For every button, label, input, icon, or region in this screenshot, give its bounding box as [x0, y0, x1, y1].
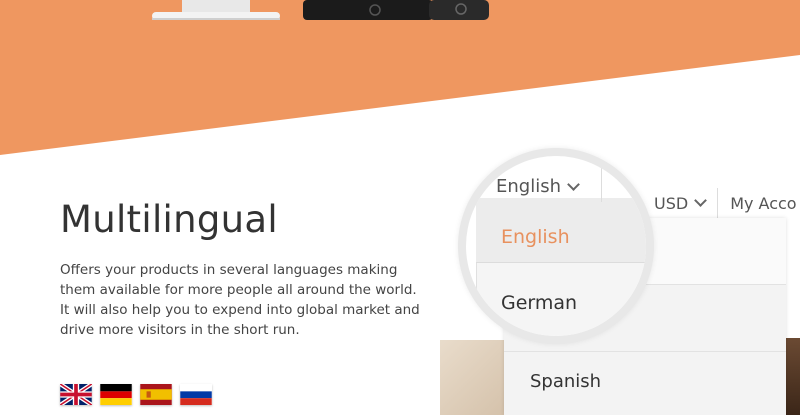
my-account-link[interactable]: My Acco [718, 194, 796, 213]
language-selector[interactable]: English [496, 176, 580, 197]
store-header: USD My Acco [630, 186, 797, 220]
uk-flag-icon [60, 384, 92, 405]
language-flags [60, 384, 212, 405]
language-option-english[interactable]: English [501, 226, 570, 248]
chevron-down-icon [567, 177, 580, 191]
phone-image [303, 0, 489, 20]
product-photo-right [786, 338, 800, 415]
header-divider [601, 166, 602, 202]
language-selector-label: English [496, 176, 561, 197]
section-description: Offers your products in several language… [60, 262, 420, 338]
product-photo-left [440, 340, 504, 415]
monitor-stand-image [152, 0, 280, 22]
spain-flag-icon [140, 384, 172, 405]
section-title: Multilingual [60, 198, 278, 241]
chevron-down-icon [694, 194, 708, 207]
language-option-german[interactable]: German [501, 292, 577, 314]
hero-banner [0, 0, 800, 160]
currency-label: USD [654, 193, 689, 213]
russia-flag-icon [180, 384, 212, 405]
magnifier-lens: English English German [458, 148, 654, 344]
language-option-spanish[interactable]: Spanish [530, 371, 601, 392]
germany-flag-icon [100, 384, 132, 405]
